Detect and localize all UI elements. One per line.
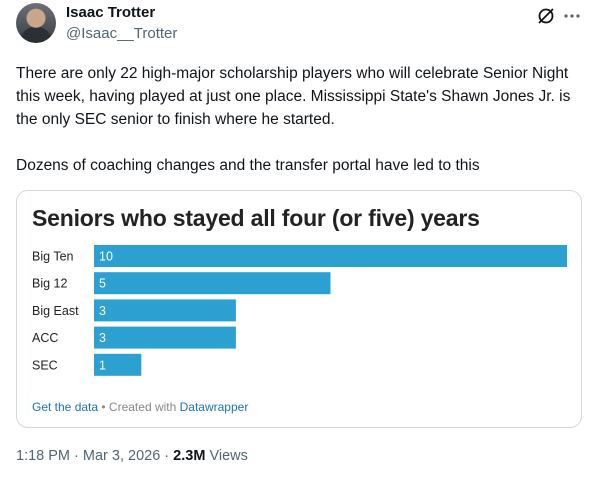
author-name[interactable]: Isaac Trotter bbox=[66, 4, 155, 21]
more-icon[interactable] bbox=[562, 6, 582, 26]
tweet-date[interactable]: Mar 3, 2026 bbox=[83, 448, 160, 464]
bar-value-label: 1 bbox=[99, 358, 106, 372]
grok-icon[interactable] bbox=[536, 6, 556, 26]
bar-value-label: 3 bbox=[99, 304, 106, 318]
category-label: Big Ten bbox=[32, 250, 74, 264]
tweet-time[interactable]: 1:18 PM bbox=[16, 448, 70, 464]
author-handle[interactable]: @Isaac__Trotter bbox=[66, 25, 177, 42]
category-label: Big 12 bbox=[32, 277, 67, 291]
footer-separator: • bbox=[98, 400, 109, 414]
bar bbox=[94, 299, 236, 322]
bar-value-label: 5 bbox=[99, 277, 106, 291]
bar-value-label: 10 bbox=[99, 250, 113, 264]
bar bbox=[94, 272, 331, 295]
tweet-text: There are only 22 high-major scholarship… bbox=[16, 65, 571, 174]
meta-dot: · bbox=[70, 448, 83, 464]
tweet-meta: 1:18 PM · Mar 3, 2026 · 2.3M Views bbox=[16, 448, 248, 464]
avatar[interactable] bbox=[16, 3, 56, 43]
meta-dot: · bbox=[160, 448, 174, 464]
bar bbox=[94, 245, 567, 267]
chart-footer: Get the data • Created with Datawrapper bbox=[32, 400, 248, 414]
category-label: SEC bbox=[32, 358, 58, 372]
category-label: ACC bbox=[32, 331, 58, 345]
chart-card[interactable]: Big Ten 10 Big 12 5 Big East 3 ACC 3 SEC 1 Senior… bbox=[16, 190, 582, 428]
get-data-link[interactable]: Get the data bbox=[32, 400, 98, 414]
views-count: 2.3M bbox=[173, 448, 206, 464]
datawrapper-link[interactable]: Datawrapper bbox=[180, 400, 249, 414]
chart-title: Seniors who stayed all four (or five) ye… bbox=[32, 205, 480, 231]
bar bbox=[94, 326, 236, 349]
category-label: Big East bbox=[32, 304, 79, 318]
bar-value-label: 3 bbox=[99, 331, 106, 345]
created-with-text: Created with bbox=[108, 400, 180, 414]
views-label: Views bbox=[205, 448, 248, 464]
